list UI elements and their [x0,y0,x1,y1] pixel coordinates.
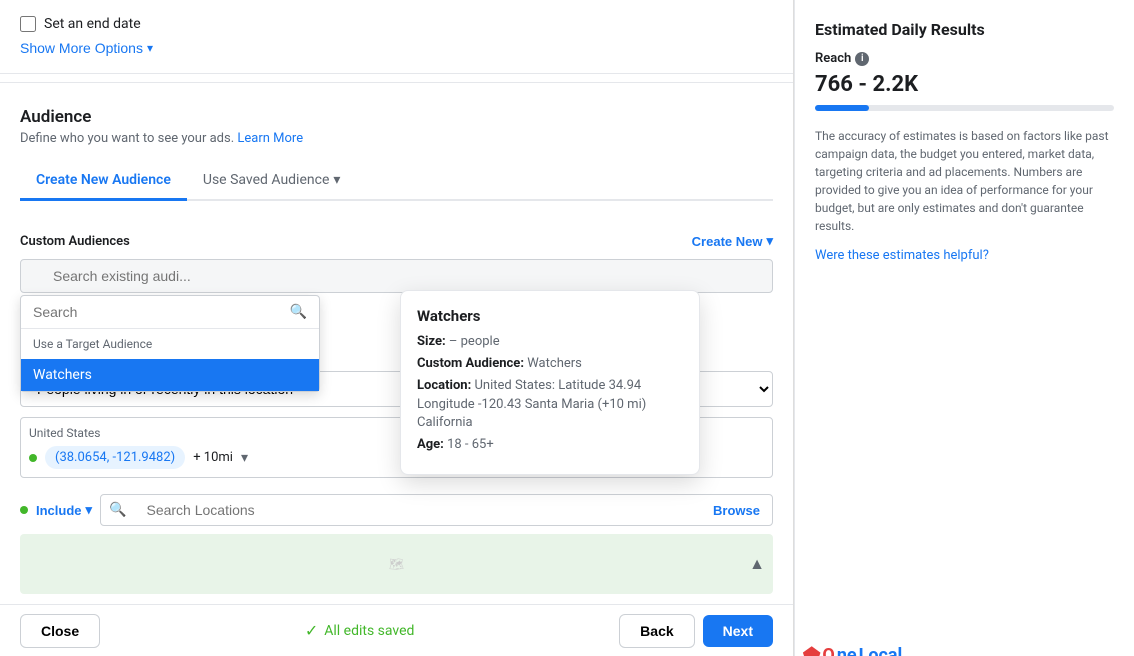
bottom-right-buttons: Back Next [619,614,773,648]
search-existing-wrap: 🔍 🔍 Use a Target Audience Watchers [20,259,773,293]
chevron-down-icon: ▾ [333,172,340,188]
browse-button[interactable]: Browse [701,503,772,518]
tooltip-size-label: Size: [417,334,446,349]
tooltip-age-row: Age: 18 - 65+ [417,436,683,454]
reach-value: 766 - 2.2K [815,72,1114,97]
tab-use-saved[interactable]: Use Saved Audience ▾ [187,162,357,201]
right-panel: Estimated Daily Results Reach i 766 - 2.… [794,0,1134,656]
custom-audiences-label: Custom Audiences [20,234,130,249]
watchers-tooltip: Watchers Size: – people Custom Audience:… [400,290,700,475]
watchers-dropdown-item[interactable]: Watchers [21,359,319,391]
audience-tabs: Create New Audience Use Saved Audience ▾ [20,162,773,201]
show-more-button[interactable]: Show More Options [20,32,153,56]
tab-create-new[interactable]: Create New Audience [20,162,187,201]
tooltip-age-label: Age: [417,437,444,452]
learn-more-link[interactable]: Learn More [237,131,303,146]
search-locations-input[interactable] [134,495,701,525]
include-button[interactable]: Include ▾ [36,502,92,518]
map-placeholder: 🗺 ▲ [20,534,773,594]
tooltip-audience-label: Custom Audience: [417,356,524,371]
create-new-button[interactable]: Create New ▾ [692,233,773,249]
back-button[interactable]: Back [619,614,694,648]
chevron-down-icon-create: ▾ [766,233,773,249]
location-coords: (38.0654, -121.9482) [45,446,185,469]
include-pin-icon [20,506,28,514]
end-date-section: Set an end date Show More Options [0,0,793,74]
divider [0,82,793,83]
scroll-up-icon[interactable]: ▲ [749,554,765,574]
tooltip-audience-value: Watchers [527,356,582,371]
include-chevron-icon: ▾ [86,502,93,518]
logo-icon: ⬟ [803,643,820,656]
audiences-header: Custom Audiences Create New ▾ [20,233,773,249]
check-icon: ✓ [305,621,318,640]
estimated-title: Estimated Daily Results [815,20,1114,39]
radius-chevron-icon[interactable]: ▾ [241,450,248,466]
end-date-label: Set an end date [44,16,141,32]
search-dropdown-hint: Use a Target Audience [21,329,319,359]
main-container: Set an end date Show More Options Audien… [0,0,1134,656]
audience-description: Define who you want to see your ads. Lea… [20,131,773,146]
saved-label: All edits saved [324,623,414,639]
bottom-bar: Close ✓ All edits saved Back Next [0,604,793,656]
close-button[interactable]: Close [20,614,100,648]
coords-text: (38.0654, -121.9482) [55,450,175,465]
end-date-row: Set an end date [20,16,773,32]
estimates-description: The accuracy of estimates is based on fa… [815,127,1114,235]
tooltip-age-value: 18 - 65+ [447,437,494,452]
tooltip-size-value: – people [449,334,500,349]
search-dropdown-input-wrap: 🔍 [21,296,319,329]
tab-create-new-label: Create New Audience [36,172,171,188]
search-locations-wrap: 🔍 Browse [100,494,773,526]
reach-bar-fill [815,105,869,111]
logo-local: Local [859,645,903,656]
next-button[interactable]: Next [703,615,773,647]
reach-bar [815,105,1114,111]
include-row: Include ▾ 🔍 Browse [0,486,793,534]
map-visual: 🗺 [389,557,404,571]
tooltip-location-label: Location: [417,378,471,393]
end-date-checkbox[interactable] [20,16,36,32]
tooltip-location-row: Location: United States: Latitude 34.94 … [417,377,683,432]
reach-info-icon[interactable]: i [855,52,869,66]
tooltip-audience-row: Custom Audience: Watchers [417,355,683,373]
search-dropdown: 🔍 Use a Target Audience Watchers [20,295,320,392]
search-dropdown-icon: 🔍 [290,304,307,320]
radius-label: + 10mi [193,450,233,465]
include-label: Include [36,503,82,518]
logo-o: O [822,645,834,656]
tooltip-size-row: Size: – people [417,333,683,351]
tooltip-title: Watchers [417,307,683,325]
saved-status: ✓ All edits saved [305,621,415,640]
audience-section: Audience Define who you want to see your… [0,91,793,217]
search-dropdown-input[interactable] [33,304,282,320]
location-pin-icon [29,454,37,462]
audience-desc-text: Define who you want to see your ads. [20,131,237,146]
search-locations-icon: 🔍 [101,502,134,518]
logo-ne: ne [837,645,857,656]
search-existing-input[interactable] [20,259,773,293]
tab-use-saved-label: Use Saved Audience [203,172,330,188]
create-new-label: Create New [692,234,763,249]
helpful-link[interactable]: Were these estimates helpful? [815,248,989,263]
audience-title: Audience [20,107,773,127]
left-panel: Set an end date Show More Options Audien… [0,0,794,656]
reach-text: Reach [815,51,851,66]
onelocal-logo: ⬟ O ne Local [803,643,1102,656]
reach-label: Reach i [815,51,1114,66]
